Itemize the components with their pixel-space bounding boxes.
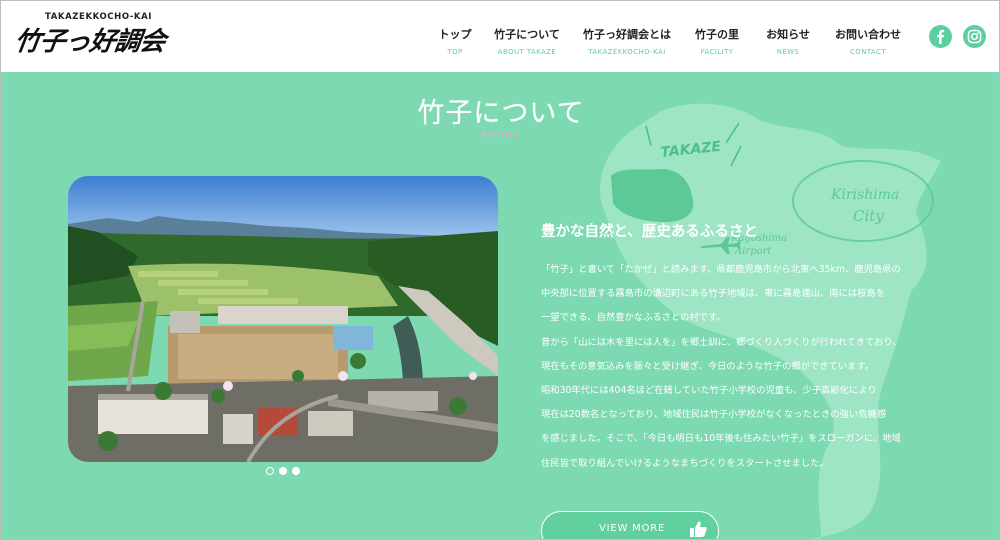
nav-item-kai[interactable]: 竹子っ好調会とは TAKAZEKKOCHO-KAI (583, 26, 671, 56)
about-body: 「竹子」と書いて「たかぜ」と読みます。県都鹿児島市から北東へ35km、鹿児島県の… (541, 260, 961, 478)
view-more-label: VIEW MORE (599, 523, 666, 534)
about-line: 「竹子」と書いて「たかぜ」と読みます。県都鹿児島市から北東へ35km、鹿児島県の (541, 264, 901, 275)
nav-sublabel: TAKAZEKKOCHO-KAI (588, 48, 666, 56)
nav-sublabel: TOP (447, 48, 463, 56)
nav-item-facility[interactable]: 竹子の里 FACILITY (693, 26, 741, 56)
nav-sublabel: ABOUT TAKAZE (497, 48, 557, 56)
facebook-button[interactable] (929, 25, 952, 48)
site-header: TAKAZEKKOCHO-KAI 竹子っ好調会 トップ TOP 竹子について A… (1, 1, 999, 72)
site-logo[interactable]: 竹子っ好調会 (12, 21, 167, 58)
map-label-city: City (853, 207, 884, 225)
slider-pagination (266, 467, 300, 475)
slider-dot[interactable] (279, 467, 287, 475)
about-line: 昔から「山には木を里には人を」を郷土訓に、郷づくり人づくりが行われてきており、 (541, 336, 902, 348)
about-line: 中央部に位置する霧島市の溝辺町にある竹子地域は、東に霧島連山、南には桜島を (541, 288, 885, 300)
nav-sublabel: FACILITY (700, 48, 734, 56)
nav-label: トップ (438, 28, 472, 41)
section-title: 竹子について (417, 98, 585, 129)
about-line: 一望できる、自然豊かなふるさとの村です。 (541, 312, 726, 324)
nav-label: お知らせ (766, 28, 810, 41)
nav-item-news[interactable]: お知らせ NEWS (764, 26, 812, 56)
nav-label: 竹子について (494, 28, 560, 41)
thumbs-up-icon (688, 520, 708, 539)
about-line: 現在もその意気込みを脈々と受け継ぎ、今日のような竹子の郷ができています。 (541, 360, 875, 372)
about-lead: 豊かな自然と、歴史あるふるさと (541, 224, 758, 240)
section-subtitle: ABOUT (480, 131, 522, 141)
slider-dot[interactable] (292, 467, 300, 475)
slider-dot[interactable] (266, 467, 274, 475)
nav-item-about[interactable]: 竹子について ABOUT TAKAZE (494, 26, 560, 56)
nav-item-contact[interactable]: お問い合わせ CONTACT (835, 26, 901, 56)
instagram-icon (967, 29, 982, 44)
nav-label: 竹子っ好調会とは (583, 28, 671, 41)
about-line: 住民皆で取り組んでいけるようなまちづくりをスタートさせました。 (541, 457, 829, 469)
about-line: を感じました。そこで、「今日も明日も10年後も住みたい竹子」をスローガンに、地域 (541, 433, 901, 445)
instagram-button[interactable] (963, 25, 986, 48)
about-line: 現在は20数名となっており、地域住民は竹子小学校がなくなったときの強い危機感 (541, 409, 887, 421)
view-more-button[interactable]: VIEW MORE (541, 511, 719, 539)
aerial-photo (68, 176, 498, 462)
facebook-icon (937, 29, 945, 44)
about-line: 昭和30年代には404名ほど在籍していた竹子小学校の児童も、少子高齢化により (541, 384, 877, 396)
map-label-kirishima: Kirishima (830, 187, 899, 203)
nav-label: お問い合わせ (835, 28, 901, 41)
nav-sublabel: NEWS (776, 48, 800, 56)
nav-sublabel: CONTACT (850, 48, 886, 56)
nav-label: 竹子の里 (695, 28, 739, 41)
page: Kirishima City TAKAZE Kagoshima Airport … (0, 0, 1000, 540)
nav-item-top[interactable]: トップ TOP (438, 26, 472, 56)
